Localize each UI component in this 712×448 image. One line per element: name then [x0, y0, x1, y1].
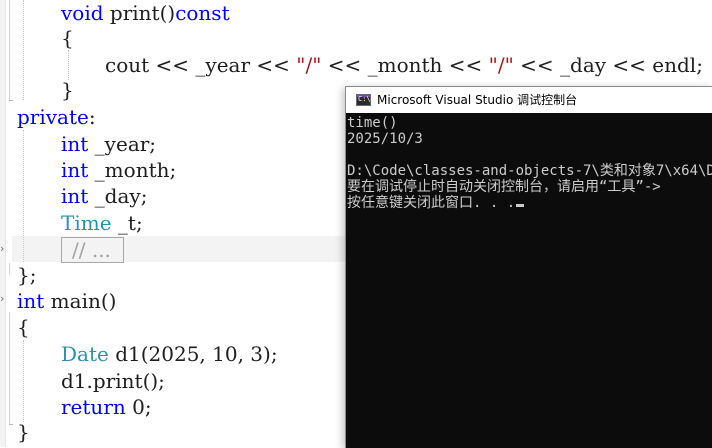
- outline-fold-end: [9, 100, 13, 101]
- code-line: }: [17, 420, 30, 444]
- code-line: d1.print();: [61, 369, 165, 393]
- console-line: D:\Code\classes-and-objects-7\类和对象7\x64\…: [347, 163, 712, 179]
- outline-fold-end: [9, 424, 13, 425]
- console-line: time(): [347, 115, 398, 131]
- code-line: return 0;: [61, 395, 152, 419]
- code-line: Date d1(2025, 10, 3);: [61, 342, 278, 366]
- indent-guide: [23, 130, 24, 262]
- code-line: int main(): [17, 289, 117, 313]
- code-line: int _day;: [61, 184, 148, 208]
- code-line: int _month;: [61, 158, 177, 182]
- fold-chevron-icon[interactable]: ›: [0, 243, 4, 255]
- code-line: {: [17, 315, 30, 339]
- code-line: Time _t;: [61, 211, 143, 235]
- code-line: {: [61, 26, 74, 50]
- debug-console-window[interactable]: C:\ Microsoft Visual Studio 调试控制台 time()…: [345, 86, 712, 448]
- text-cursor: [516, 204, 525, 207]
- indent-guide: [23, 0, 24, 100]
- console-line: 2025/10/3: [347, 131, 423, 147]
- console-output[interactable]: time() 2025/10/3 D:\Code\classes-and-obj…: [347, 114, 712, 448]
- console-line: 按任意键关闭此窗口. . .: [347, 195, 525, 211]
- code-line: private:: [17, 105, 96, 129]
- console-title: Microsoft Visual Studio 调试控制台: [377, 93, 578, 107]
- indent-guide: [68, 50, 69, 80]
- console-line: 要在调试停止时自动关闭控制台，请启用“工具”->: [347, 179, 661, 195]
- code-line-collapsed[interactable]: // ...: [61, 237, 124, 263]
- code-line: void print()const: [61, 1, 230, 25]
- outline-fold-line: [9, 263, 10, 275]
- console-app-icon: C:\: [356, 94, 371, 106]
- code-line: }: [61, 78, 74, 102]
- code-line: int _year;: [61, 132, 157, 156]
- console-title-bar[interactable]: C:\ Microsoft Visual Studio 调试控制台: [346, 87, 712, 113]
- collapsed-region-box[interactable]: // ...: [61, 237, 124, 263]
- fold-chevron-icon[interactable]: ›: [0, 293, 4, 305]
- indent-guide: [23, 340, 24, 422]
- outline-fold-line: [9, 0, 10, 100]
- code-line: };: [17, 263, 37, 287]
- outline-fold-line: [9, 312, 10, 424]
- code-line: cout << _year << "/" << _month << "/" <<…: [105, 53, 703, 77]
- editor-margin: [0, 0, 6, 447]
